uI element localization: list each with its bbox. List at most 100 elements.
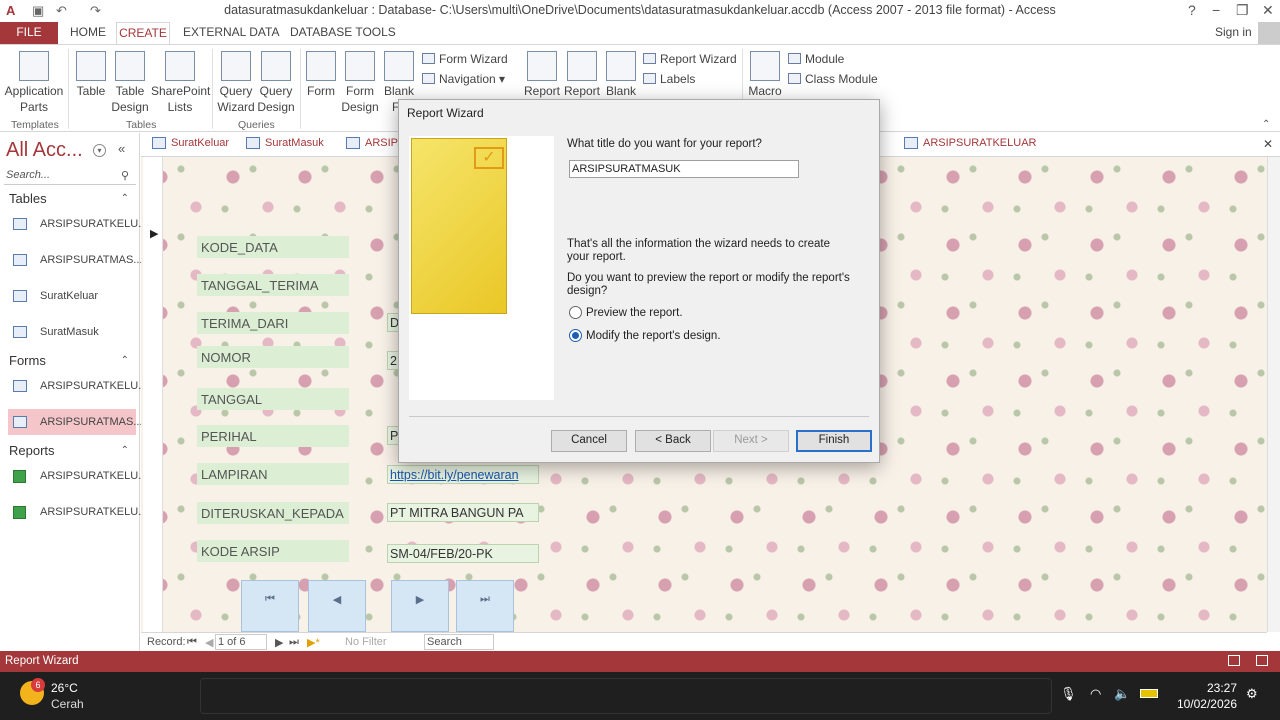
tab-file[interactable]: FILE bbox=[0, 22, 58, 44]
first-record-button[interactable]: ⏮ bbox=[241, 580, 299, 632]
divider bbox=[68, 49, 69, 129]
nav-item-form[interactable]: ARSIPSURATKELU... bbox=[8, 373, 147, 399]
next-record-icon[interactable]: ▶ bbox=[275, 636, 283, 649]
lampiran-field[interactable]: https://bit.ly/penewaran bbox=[387, 465, 539, 484]
table-design-button[interactable]: Table Design bbox=[110, 51, 150, 115]
close-tab-icon[interactable]: ✕ bbox=[1263, 137, 1273, 151]
design-view-icon[interactable] bbox=[1256, 655, 1268, 666]
nav-item-table[interactable]: SuratMasuk bbox=[8, 319, 136, 345]
doc-tab-arsip[interactable]: ARSIP bbox=[343, 137, 398, 149]
next-record-button[interactable]: ▶ bbox=[391, 580, 449, 632]
form-wizard-button[interactable]: Form Wizard bbox=[422, 52, 508, 66]
nav-section-forms[interactable]: Forms bbox=[9, 353, 46, 368]
module-button[interactable]: Module bbox=[788, 52, 844, 66]
report-design-button[interactable]: Report bbox=[562, 51, 602, 99]
tab-home[interactable]: HOME bbox=[70, 25, 106, 39]
query-wizard-button[interactable]: Query Wizard bbox=[216, 51, 256, 115]
collapse-icon[interactable]: ⌃ bbox=[121, 355, 129, 366]
query-design-button[interactable]: Query Design bbox=[256, 51, 296, 115]
tab-database-tools[interactable]: DATABASE TOOLS bbox=[290, 25, 396, 39]
back-button[interactable]: < Back bbox=[635, 430, 711, 452]
new-record-icon[interactable]: ▶* bbox=[307, 636, 320, 649]
last-record-button[interactable]: ⏭ bbox=[456, 580, 514, 632]
notifications-icon[interactable]: ⚙ bbox=[1246, 686, 1258, 702]
macro-button[interactable]: Macro bbox=[746, 51, 784, 99]
kode-arsip-field[interactable]: SM-04/FEB/20-PK bbox=[387, 544, 539, 563]
cancel-button[interactable]: Cancel bbox=[551, 430, 627, 452]
previous-record-button[interactable]: ◀ bbox=[308, 580, 366, 632]
record-search-input[interactable]: Search bbox=[424, 634, 494, 650]
nav-item-report[interactable]: ARSIPSURATKELU... bbox=[8, 499, 147, 525]
vertical-scrollbar[interactable] bbox=[1267, 157, 1280, 632]
tab-create[interactable]: CREATE bbox=[116, 22, 170, 44]
nav-item-report[interactable]: ARSIPSURATKELU... bbox=[8, 463, 147, 489]
weather-condition: Cerah bbox=[51, 697, 84, 711]
close-button[interactable]: ✕ bbox=[1262, 2, 1274, 19]
query-wizard-icon bbox=[221, 51, 251, 81]
field-label: DITERUSKAN_KEPADA bbox=[197, 502, 349, 524]
preview-report-option[interactable]: Preview the report. bbox=[569, 306, 683, 319]
taskbar-apps[interactable] bbox=[200, 678, 1052, 714]
ribbon-tabs: FILE HOME CREATE EXTERNAL DATA DATABASE … bbox=[0, 22, 1280, 44]
nav-item-table[interactable]: ARSIPSURATKELU... bbox=[8, 211, 147, 237]
nav-section-reports[interactable]: Reports bbox=[9, 443, 55, 458]
nav-section-tables[interactable]: Tables bbox=[9, 191, 47, 206]
microphone-icon[interactable]: 🎙 bbox=[1060, 686, 1077, 702]
nav-pane-title[interactable]: All Acc... bbox=[6, 139, 83, 162]
search-icon[interactable]: ⚲ bbox=[121, 169, 129, 182]
volume-icon[interactable]: 🔈 bbox=[1114, 686, 1130, 702]
first-record-icon[interactable]: ⏮ bbox=[187, 636, 197, 649]
sign-in-link[interactable]: Sign in bbox=[1215, 25, 1252, 39]
radio-unchecked-icon[interactable] bbox=[569, 306, 582, 319]
record-selector[interactable]: ▶ bbox=[143, 157, 163, 632]
navigation-button[interactable]: Navigation ▾ bbox=[422, 72, 505, 86]
no-filter-button[interactable]: No Filter bbox=[345, 636, 387, 648]
info-text: That's all the information the wizard ne… bbox=[567, 238, 831, 263]
diteruskan-kepada-field[interactable]: PT MITRA BANGUN PA bbox=[387, 503, 539, 522]
report-button[interactable]: Report bbox=[522, 51, 562, 99]
nav-item-form-selected[interactable]: ARSIPSURATMAS... bbox=[8, 409, 142, 435]
status-bar: Report Wizard bbox=[0, 651, 1280, 672]
current-record-input[interactable]: 1 of 6 bbox=[215, 634, 267, 650]
radio-checked-icon[interactable] bbox=[569, 329, 582, 342]
doc-tab-arsipsuratkeluar[interactable]: ARSIPSURATKELUAR bbox=[901, 137, 1037, 149]
prev-record-icon[interactable]: ◀ bbox=[205, 636, 213, 649]
battery-icon[interactable] bbox=[1140, 689, 1158, 698]
chevron-down-icon[interactable]: ▾ bbox=[93, 144, 106, 157]
finish-button[interactable]: Finish bbox=[796, 430, 872, 452]
last-record-icon[interactable]: ⏭ bbox=[289, 636, 299, 649]
nav-search-input[interactable]: Search... bbox=[4, 167, 136, 185]
application-parts-button[interactable]: Application Parts bbox=[4, 51, 64, 115]
nav-item-table[interactable]: ARSIPSURATMAS... bbox=[8, 247, 142, 273]
form-button[interactable]: Form bbox=[304, 51, 338, 99]
nav-item-table[interactable]: SuratKeluar bbox=[8, 283, 136, 309]
clock-time[interactable]: 23:27 bbox=[1207, 681, 1237, 695]
minimize-button[interactable]: − bbox=[1212, 2, 1220, 18]
application-parts-icon bbox=[19, 51, 49, 81]
sharepoint-lists-button[interactable]: SharePoint Lists bbox=[151, 51, 210, 115]
divider bbox=[212, 49, 213, 129]
labels-button[interactable]: Labels bbox=[643, 72, 695, 86]
clock-date[interactable]: 10/02/2026 bbox=[1172, 697, 1237, 711]
doc-tab-suratmasuk[interactable]: SuratMasuk bbox=[243, 137, 324, 149]
help-button[interactable]: ? bbox=[1188, 2, 1196, 18]
class-module-button[interactable]: Class Module bbox=[788, 72, 878, 86]
restore-button[interactable]: ❐ bbox=[1236, 2, 1249, 19]
user-avatar[interactable] bbox=[1258, 22, 1280, 44]
blank-report-button[interactable]: Blank bbox=[604, 51, 638, 99]
form-view-icon[interactable] bbox=[1228, 655, 1240, 666]
report-wizard-button[interactable]: Report Wizard bbox=[643, 52, 737, 66]
next-button[interactable]: Next > bbox=[713, 430, 789, 452]
collapse-ribbon-icon[interactable]: ⌃ bbox=[1262, 119, 1270, 130]
table-button[interactable]: Table bbox=[74, 51, 108, 99]
collapse-icon[interactable]: ⌃ bbox=[121, 193, 129, 204]
form-design-button[interactable]: Form Design bbox=[340, 51, 380, 115]
modify-design-option[interactable]: Modify the report's design. bbox=[569, 329, 721, 342]
collapse-icon[interactable]: ⌃ bbox=[121, 445, 129, 456]
wifi-icon[interactable]: ◠ bbox=[1090, 686, 1101, 702]
doc-tab-suratkeluar[interactable]: SuratKeluar bbox=[149, 137, 229, 149]
shutter-bar-icon[interactable]: « bbox=[118, 141, 125, 156]
report-design-icon bbox=[567, 51, 597, 81]
tab-external-data[interactable]: EXTERNAL DATA bbox=[183, 25, 279, 39]
report-title-input[interactable]: ARSIPSURATMASUK bbox=[569, 160, 799, 178]
